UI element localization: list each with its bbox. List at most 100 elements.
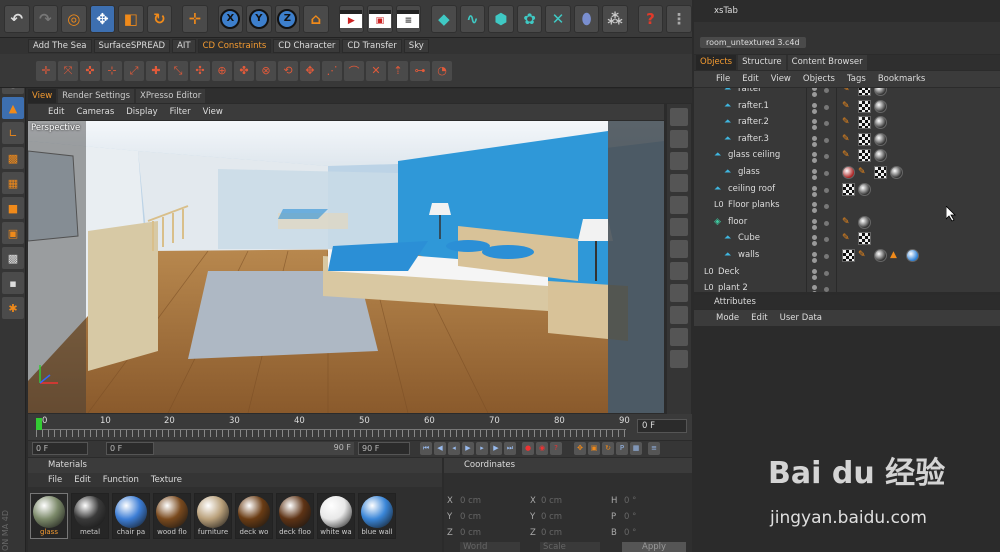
- material-tag-icon[interactable]: [874, 249, 887, 262]
- menu-bookmarks[interactable]: Bookmarks: [878, 74, 926, 84]
- deformer-icon[interactable]: ✕: [545, 4, 571, 33]
- material-swatch[interactable]: blue wall: [358, 493, 396, 539]
- grid-icon[interactable]: [670, 240, 688, 258]
- coordinate-system-icon[interactable]: ⌂: [303, 4, 329, 33]
- menu-texture[interactable]: Texture: [151, 473, 182, 487]
- enable-dot[interactable]: [824, 187, 829, 193]
- apply-button[interactable]: Apply: [622, 542, 686, 552]
- position-x-field[interactable]: 0 cm: [460, 496, 481, 508]
- object-name[interactable]: walls: [738, 250, 759, 260]
- render-visibility-dot[interactable]: [812, 175, 817, 180]
- particles-icon[interactable]: ⁂: [602, 4, 628, 33]
- material-tag-icon[interactable]: [874, 99, 887, 113]
- enable-dot[interactable]: [824, 171, 829, 176]
- rotate-icon[interactable]: ↻: [146, 4, 173, 33]
- start-frame-field[interactable]: 0 F: [32, 442, 88, 455]
- menu-filter[interactable]: Filter: [170, 107, 191, 117]
- live-selection-icon[interactable]: ◎: [61, 4, 87, 33]
- material-swatch[interactable]: deck floo: [276, 493, 314, 539]
- object-row[interactable]: ⏶ glass ✎: [694, 165, 1000, 181]
- y-axis-button[interactable]: Y: [246, 4, 272, 33]
- autokey-icon[interactable]: ◉: [536, 442, 548, 455]
- tab-view[interactable]: View: [28, 89, 57, 103]
- file-tab-room[interactable]: room_untextured 3.c4d: [700, 37, 806, 48]
- cube-icon[interactable]: ◆: [431, 4, 457, 33]
- object-name[interactable]: ceiling roof: [728, 184, 775, 194]
- parameter-key-icon[interactable]: P: [616, 442, 628, 455]
- uvw-tag-icon[interactable]: [858, 99, 871, 113]
- play-icon[interactable]: ▶: [462, 442, 474, 455]
- render-visibility-dot[interactable]: [812, 208, 817, 214]
- object-name[interactable]: glass: [738, 167, 760, 177]
- spline-icon[interactable]: ∿: [459, 4, 486, 33]
- next-key-icon[interactable]: ▶: [490, 442, 502, 455]
- last-tool-icon[interactable]: ✛: [182, 4, 208, 33]
- material-tag-icon[interactable]: [858, 182, 871, 196]
- go-start-icon[interactable]: ⏮: [420, 442, 432, 455]
- object-name[interactable]: plant 2: [718, 283, 748, 292]
- uvw-tag-icon[interactable]: [858, 149, 871, 163]
- enable-dot[interactable]: [824, 137, 829, 143]
- scene-icon[interactable]: ⬮: [573, 4, 600, 33]
- menu-tags[interactable]: Tags: [847, 74, 866, 84]
- constraint-tool-icon[interactable]: ⌒: [344, 60, 364, 81]
- enable-dot[interactable]: [824, 204, 829, 210]
- phong-tag-icon[interactable]: ✎: [842, 149, 855, 162]
- render-visibility-dot[interactable]: [812, 158, 817, 164]
- curve-icon[interactable]: [670, 328, 688, 346]
- render-visibility-dot[interactable]: [812, 258, 817, 263]
- object-row[interactable]: ⏶ walls ✎ ▲: [694, 248, 1000, 264]
- material-tag-icon[interactable]: [874, 88, 887, 96]
- tab-xpresso-editor[interactable]: XPresso Editor: [136, 89, 206, 103]
- enable-dot[interactable]: [824, 270, 829, 276]
- x-axis-button[interactable]: X: [217, 4, 244, 33]
- rotation-key-icon[interactable]: ↻: [602, 442, 614, 455]
- material-tag-icon[interactable]: [874, 149, 887, 163]
- material-swatch[interactable]: chair pa: [112, 493, 150, 539]
- object-name[interactable]: rafter: [738, 88, 762, 94]
- tab-objects[interactable]: Objects: [696, 55, 737, 70]
- menu-function[interactable]: Function: [103, 473, 139, 487]
- tab-content-browser[interactable]: Content Browser: [787, 55, 867, 70]
- enable-dot[interactable]: [824, 220, 829, 226]
- enable-dot[interactable]: [824, 88, 829, 93]
- current-frame-field[interactable]: 0 F: [637, 419, 687, 433]
- nurbs-icon[interactable]: ⬢: [488, 4, 514, 33]
- constraint-tool-icon[interactable]: ⤢: [124, 60, 144, 81]
- editor-visibility-dot[interactable]: [812, 185, 817, 191]
- enable-dot[interactable]: [824, 287, 829, 292]
- size-z-field[interactable]: 0 cm: [541, 528, 562, 540]
- pan-icon[interactable]: [670, 108, 688, 126]
- uv-mode-icon[interactable]: ▣: [2, 222, 24, 244]
- layout-icon[interactable]: ⋮: [666, 4, 692, 33]
- polygons-mode-icon[interactable]: ■: [2, 197, 24, 219]
- wire-icon[interactable]: [670, 262, 688, 280]
- zoom-icon[interactable]: [670, 130, 688, 148]
- object-name[interactable]: Floor planks: [728, 200, 780, 210]
- editor-visibility-dot[interactable]: [812, 119, 817, 125]
- go-end-icon[interactable]: ⏭: [504, 442, 516, 455]
- editor-visibility-dot[interactable]: [812, 152, 817, 158]
- material-swatch[interactable]: furniture: [194, 493, 232, 539]
- phong-tag-icon[interactable]: ✎: [842, 88, 855, 96]
- phong-tag-icon[interactable]: ✎: [858, 166, 871, 179]
- render-visibility-dot[interactable]: [812, 274, 817, 280]
- phong-tag-icon[interactable]: ✎: [842, 100, 855, 113]
- material-tag-icon[interactable]: [858, 215, 871, 229]
- menu-display[interactable]: Display: [126, 107, 157, 117]
- render-visibility-dot[interactable]: [812, 241, 817, 247]
- constraint-tool-icon[interactable]: ✕: [366, 60, 386, 81]
- object-row[interactable]: ⏶ glass ceiling ✎: [694, 148, 1000, 164]
- redo-icon[interactable]: ↷: [32, 4, 59, 33]
- record-icon[interactable]: ●: [522, 442, 534, 455]
- phong-tag-icon[interactable]: ✎: [842, 232, 855, 245]
- object-name[interactable]: Cube: [738, 233, 760, 243]
- display-icon[interactable]: [670, 284, 688, 302]
- render-visibility-dot[interactable]: [812, 125, 817, 131]
- scale-key-icon[interactable]: ▣: [588, 442, 600, 455]
- render-view-button[interactable]: ▶: [338, 4, 365, 33]
- editor-visibility-dot[interactable]: [812, 218, 817, 224]
- timeline[interactable]: 0 10 20 30 40 50 60 70 80 90 0 F: [28, 414, 692, 440]
- object-row[interactable]: ⏶ rafter.3 ✎: [694, 132, 1000, 148]
- size-y-field[interactable]: 0 cm: [541, 512, 562, 524]
